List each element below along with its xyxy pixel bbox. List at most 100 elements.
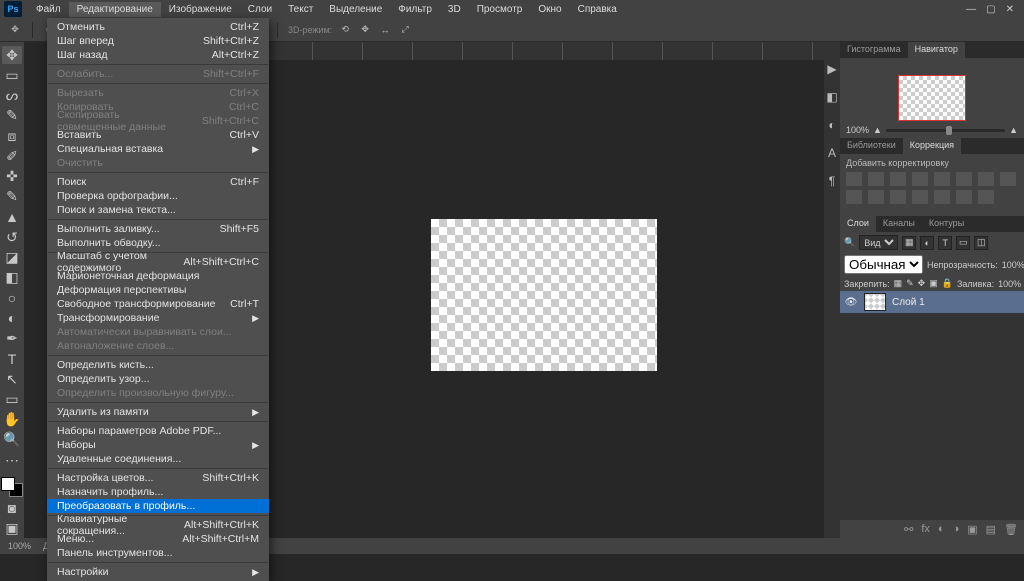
exposure-icon[interactable] <box>912 172 928 186</box>
type-tool[interactable]: T <box>2 350 22 368</box>
menu-item[interactable]: Выполнить заливку...Shift+F5 <box>47 222 269 236</box>
filter-type-icon[interactable]: T <box>938 236 952 250</box>
gradient-tool[interactable]: ◧ <box>2 269 22 287</box>
curves-icon[interactable] <box>890 172 906 186</box>
menu-item[interactable]: ПоискCtrl+F <box>47 175 269 189</box>
pen-tool[interactable]: ✒ <box>2 330 22 348</box>
eyedropper-tool[interactable]: ✐ <box>2 147 22 165</box>
menu-выделение[interactable]: Выделение <box>321 2 390 17</box>
layer-row[interactable]: 👁 Слой 1 <box>840 291 1024 313</box>
threshold-icon[interactable] <box>934 190 950 204</box>
edit-toolbar[interactable]: ⋯ <box>2 451 22 469</box>
opacity-value[interactable]: 100% <box>1002 260 1024 270</box>
menu-слои[interactable]: Слои <box>240 2 280 17</box>
menu-item[interactable]: Определить кисть... <box>47 358 269 372</box>
shape-tool[interactable]: ▭ <box>2 390 22 408</box>
properties-icon[interactable]: ◧ <box>826 90 837 104</box>
layer-thumbnail[interactable] <box>864 293 886 311</box>
zoom-out-icon[interactable]: ▲ <box>873 125 882 135</box>
dodge-tool[interactable]: ◐ <box>2 309 22 327</box>
new-group-icon[interactable]: ▣ <box>967 523 977 536</box>
crop-tool[interactable]: ⧈ <box>2 127 22 145</box>
menu-item[interactable]: Поиск и замена текста... <box>47 203 269 217</box>
3d-pan-icon[interactable]: ✥ <box>358 23 372 37</box>
zoom-in-icon[interactable]: ▲ <box>1009 125 1018 135</box>
menu-item[interactable]: Клавиатурные сокращения...Alt+Shift+Ctrl… <box>47 518 269 532</box>
levels-icon[interactable] <box>868 172 884 186</box>
menu-item[interactable]: Настройки▶ <box>47 565 269 579</box>
filter-adjust-icon[interactable]: ◐ <box>920 236 934 250</box>
menu-item[interactable]: Меню...Alt+Shift+Ctrl+M <box>47 532 269 546</box>
filter-pixel-icon[interactable]: ▦ <box>902 236 916 250</box>
menu-окно[interactable]: Окно <box>530 2 569 17</box>
menu-item[interactable]: Наборы параметров Adobe PDF... <box>47 424 269 438</box>
gradient-map-icon[interactable] <box>956 190 972 204</box>
vibrance-icon[interactable] <box>934 172 950 186</box>
3d-orbit-icon[interactable]: ⟲ <box>338 23 352 37</box>
menu-3d[interactable]: 3D <box>440 2 469 17</box>
fill-value[interactable]: 100% <box>998 279 1021 289</box>
menu-item[interactable]: ОтменитьCtrl+Z <box>47 20 269 34</box>
link-layers-icon[interactable]: ⚯ <box>904 523 913 536</box>
filter-smart-icon[interactable]: ◫ <box>974 236 988 250</box>
posterize-icon[interactable] <box>912 190 928 204</box>
window-controls[interactable]: — ▢ ✕ <box>966 4 1020 15</box>
3d-slide-icon[interactable]: ↔ <box>378 23 392 37</box>
menu-item[interactable]: Настройка цветов...Shift+Ctrl+K <box>47 471 269 485</box>
blend-mode-select[interactable]: Обычная <box>844 255 923 274</box>
close-icon[interactable]: ✕ <box>1006 4 1014 15</box>
menu-item[interactable]: Деформация перспективы <box>47 283 269 297</box>
character-icon[interactable]: A <box>828 146 836 160</box>
lock-pixel-icon[interactable]: ✎ <box>906 278 914 289</box>
menu-текст[interactable]: Текст <box>280 2 321 17</box>
channel-mixer-icon[interactable] <box>846 190 862 204</box>
menu-item[interactable]: Масштаб с учетом содержимогоAlt+Shift+Ct… <box>47 255 269 269</box>
menu-item[interactable]: Удалить из памяти▶ <box>47 405 269 419</box>
lock-trans-icon[interactable]: ▦ <box>894 278 903 289</box>
stamp-tool[interactable]: ▲ <box>2 208 22 226</box>
bw-icon[interactable] <box>978 172 994 186</box>
menu-item[interactable]: Наборы▶ <box>47 438 269 452</box>
lock-pos-icon[interactable]: ✥ <box>918 278 926 289</box>
tab-navigator[interactable]: Навигатор <box>908 42 965 58</box>
tab-layers[interactable]: Слои <box>840 216 876 232</box>
lock-artboard-icon[interactable]: ▣ <box>929 278 938 289</box>
hand-tool[interactable]: ✋ <box>2 411 22 429</box>
filter-shape-icon[interactable]: ▭ <box>956 236 970 250</box>
menu-изображение[interactable]: Изображение <box>161 2 240 17</box>
menu-item[interactable]: Шаг впередShift+Ctrl+Z <box>47 34 269 48</box>
menu-item[interactable]: Выполнить обводку... <box>47 236 269 250</box>
menu-item[interactable]: Трансформирование▶ <box>47 311 269 325</box>
status-zoom[interactable]: 100% <box>8 541 31 551</box>
blur-tool[interactable]: ○ <box>2 289 22 307</box>
paragraph-icon[interactable]: ¶ <box>829 174 835 188</box>
mask-icon[interactable]: ◐ <box>938 523 945 535</box>
menu-справка[interactable]: Справка <box>570 2 625 17</box>
color-lookup-icon[interactable] <box>868 190 884 204</box>
menu-item[interactable]: Удаленные соединения... <box>47 452 269 466</box>
quick-mask[interactable]: ◙ <box>2 499 22 517</box>
search-icon[interactable]: 🔍 <box>844 237 855 248</box>
brush-tool[interactable]: ✎ <box>2 188 22 206</box>
zoom-tool[interactable]: 🔍 <box>2 431 22 449</box>
marquee-tool[interactable]: ▭ <box>2 66 22 84</box>
hue-icon[interactable] <box>956 172 972 186</box>
zoom-slider[interactable] <box>886 129 1005 132</box>
minimize-icon[interactable]: — <box>966 4 976 15</box>
delete-layer-icon[interactable]: 🗑 <box>1004 523 1018 536</box>
lasso-tool[interactable]: ᔕ <box>2 87 22 105</box>
menu-item[interactable]: Марионеточная деформация <box>47 269 269 283</box>
layer-filter-select[interactable]: Вид <box>859 235 898 250</box>
tab-histogram[interactable]: Гистограмма <box>840 42 908 58</box>
menu-item[interactable]: Назначить профиль... <box>47 485 269 499</box>
new-layer-icon[interactable]: ▤ <box>986 523 996 536</box>
history-icon[interactable]: ▶ <box>827 62 836 76</box>
eraser-tool[interactable]: ◪ <box>2 249 22 267</box>
document-canvas[interactable] <box>431 219 657 371</box>
tab-adjustments[interactable]: Коррекция <box>903 138 961 154</box>
brightness-icon[interactable] <box>846 172 862 186</box>
menu-item[interactable]: Преобразовать в профиль... <box>47 499 269 513</box>
photo-filter-icon[interactable] <box>1000 172 1016 186</box>
visibility-icon[interactable]: 👁 <box>844 297 858 308</box>
menu-просмотр[interactable]: Просмотр <box>469 2 531 17</box>
